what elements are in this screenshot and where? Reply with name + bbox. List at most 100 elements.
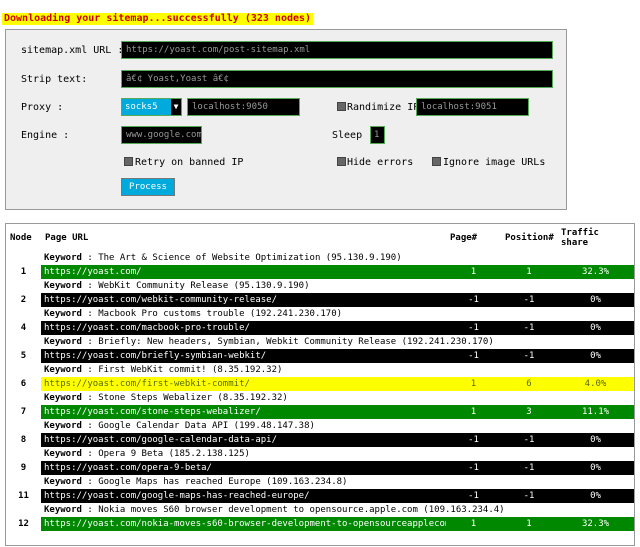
results-table: Node Page URL Page# Position# Traffic sh… <box>6 224 634 531</box>
hide-errors-label: Hide errors <box>347 157 414 168</box>
process-button[interactable]: Process <box>121 178 175 196</box>
keyword-label: Keyword <box>44 477 82 487</box>
keyword-text: Google Calendar Data API (199.48.147.38) <box>98 421 315 431</box>
position-number: 6 <box>501 377 557 391</box>
proxy-host-input[interactable]: localhost:9050 <box>187 98 300 116</box>
traffic-share: 0% <box>557 461 634 475</box>
keyword-separator: : <box>81 281 99 291</box>
proxy-label: Proxy : <box>21 102 64 113</box>
traffic-share: 0% <box>557 293 634 307</box>
randomize-ip-checkbox[interactable] <box>337 102 346 111</box>
page-number: -1 <box>446 489 501 503</box>
keyword-label: Keyword <box>44 449 82 459</box>
retry-banned-checkbox[interactable] <box>124 157 133 166</box>
empty-cell <box>6 419 41 433</box>
randomize-host-input[interactable]: localhost:9051 <box>416 98 529 116</box>
keyword-separator: : <box>81 365 99 375</box>
keyword-cell: Keyword : Macbook Pro customs trouble (1… <box>41 307 634 321</box>
table-row: 7 https://yoast.com/stone-steps-webalizer… <box>6 405 634 419</box>
page-url-link[interactable]: https://yoast.com/briefly-symbian-webkit… <box>41 349 446 363</box>
position-number: 3 <box>501 405 557 419</box>
col-header-traffic-share: Traffic share <box>561 227 599 248</box>
keyword-label: Keyword <box>44 309 82 319</box>
page-number: -1 <box>446 433 501 447</box>
page-number: 1 <box>446 377 501 391</box>
strip-text-input[interactable]: â€¢ Yoast,Yoast â€¢ <box>121 70 553 88</box>
keyword-cell: Keyword : Google Maps has reached Europe… <box>41 475 634 489</box>
keyword-text: The Art & Science of Website Optimizatio… <box>98 253 402 263</box>
engine-input[interactable]: www.google.com <box>121 126 202 144</box>
empty-cell <box>6 447 41 461</box>
empty-cell <box>6 279 41 293</box>
results-table-panel: Node Page URL Page# Position# Traffic sh… <box>5 223 635 546</box>
keyword-row: Keyword : Nokia moves S60 browser develo… <box>6 503 634 517</box>
keyword-row: Keyword : The Art & Science of Website O… <box>6 251 634 265</box>
keyword-cell: Keyword : Briefly: New headers, Symbian,… <box>41 335 634 349</box>
keyword-row: Keyword : Google Maps has reached Europe… <box>6 475 634 489</box>
node-number: 2 <box>6 293 41 307</box>
keyword-label: Keyword <box>44 281 82 291</box>
settings-panel: sitemap.xml URL : https://yoast.com/post… <box>5 29 567 210</box>
keyword-row: Keyword : WebKit Community Release (95.1… <box>6 279 634 293</box>
position-number: -1 <box>501 461 557 475</box>
traffic-share: 0% <box>557 349 634 363</box>
keyword-row: Keyword : Macbook Pro customs trouble (1… <box>6 307 634 321</box>
position-number: -1 <box>501 489 557 503</box>
retry-banned-label: Retry on banned IP <box>135 157 244 168</box>
keyword-cell: Keyword : Opera 9 Beta (185.2.138.125) <box>41 447 634 461</box>
keyword-label: Keyword <box>44 253 82 263</box>
sitemap-url-input[interactable]: https://yoast.com/post-sitemap.xml <box>121 41 553 59</box>
empty-cell <box>6 335 41 349</box>
hide-errors-checkbox[interactable] <box>337 157 346 166</box>
keyword-separator: : <box>81 337 99 347</box>
keyword-row: Keyword : First WebKit commit! (8.35.192… <box>6 363 634 377</box>
keyword-row: Keyword : Briefly: New headers, Symbian,… <box>6 335 634 349</box>
keyword-separator: : <box>81 449 99 459</box>
keyword-separator: : <box>81 309 99 319</box>
page-url-link[interactable]: https://yoast.com/google-maps-has-reache… <box>41 489 446 503</box>
col-header-page-url: Page URL <box>45 232 89 243</box>
empty-cell <box>6 391 41 405</box>
keyword-text: First WebKit commit! (8.35.192.32) <box>98 365 283 375</box>
position-number: 1 <box>501 265 557 279</box>
page-url-link[interactable]: https://yoast.com/webkit-community-relea… <box>41 293 446 307</box>
position-number: -1 <box>501 349 557 363</box>
page-number: -1 <box>446 321 501 335</box>
keyword-text: Briefly: New headers, Symbian, Webkit Co… <box>98 337 494 347</box>
node-number: 5 <box>6 349 41 363</box>
keyword-row: Keyword : Google Calendar Data API (199.… <box>6 419 634 433</box>
node-number: 8 <box>6 433 41 447</box>
traffic-share: 32.3% <box>557 517 634 531</box>
page-url-link[interactable]: https://yoast.com/nokia-moves-s60-browse… <box>41 517 446 531</box>
status-message: Downloading your sitemap...successfully … <box>2 13 314 25</box>
keyword-label: Keyword <box>44 421 82 431</box>
position-number: -1 <box>501 433 557 447</box>
page-number: 1 <box>446 517 501 531</box>
keyword-separator: : <box>81 421 99 431</box>
page-url-link[interactable]: https://yoast.com/stone-steps-webalizer/ <box>41 405 446 419</box>
proxy-type-select[interactable]: socks5 ▼ <box>121 98 182 116</box>
table-row: 11 https://yoast.com/google-maps-has-reac… <box>6 489 634 503</box>
keyword-label: Keyword <box>44 365 82 375</box>
traffic-share: 4.0% <box>557 377 634 391</box>
empty-cell <box>6 363 41 377</box>
table-row: 1 https://yoast.com/1 1 32.3% <box>6 265 634 279</box>
traffic-share: 0% <box>557 433 634 447</box>
page-url-link[interactable]: https://yoast.com/google-calendar-data-a… <box>41 433 446 447</box>
traffic-share: 0% <box>557 321 634 335</box>
node-number: 6 <box>6 377 41 391</box>
page-number: -1 <box>446 293 501 307</box>
page-url-link[interactable]: https://yoast.com/opera-9-beta/ <box>41 461 446 475</box>
keyword-separator: : <box>81 477 99 487</box>
ignore-images-checkbox[interactable] <box>432 157 441 166</box>
keyword-separator: : <box>81 253 99 263</box>
page-url-link[interactable]: https://yoast.com/first-webkit-commit/ <box>41 377 446 391</box>
position-number: 1 <box>501 517 557 531</box>
sleep-input[interactable]: 1 <box>370 126 385 144</box>
table-row: 6 https://yoast.com/first-webkit-commit/1… <box>6 377 634 391</box>
page-url-link[interactable]: https://yoast.com/macbook-pro-trouble/ <box>41 321 446 335</box>
page-url-link[interactable]: https://yoast.com/ <box>41 265 446 279</box>
sleep-label: Sleep : <box>332 130 375 141</box>
engine-label: Engine : <box>21 130 70 141</box>
keyword-row: Keyword : Stone Steps Webalizer (8.35.19… <box>6 391 634 405</box>
